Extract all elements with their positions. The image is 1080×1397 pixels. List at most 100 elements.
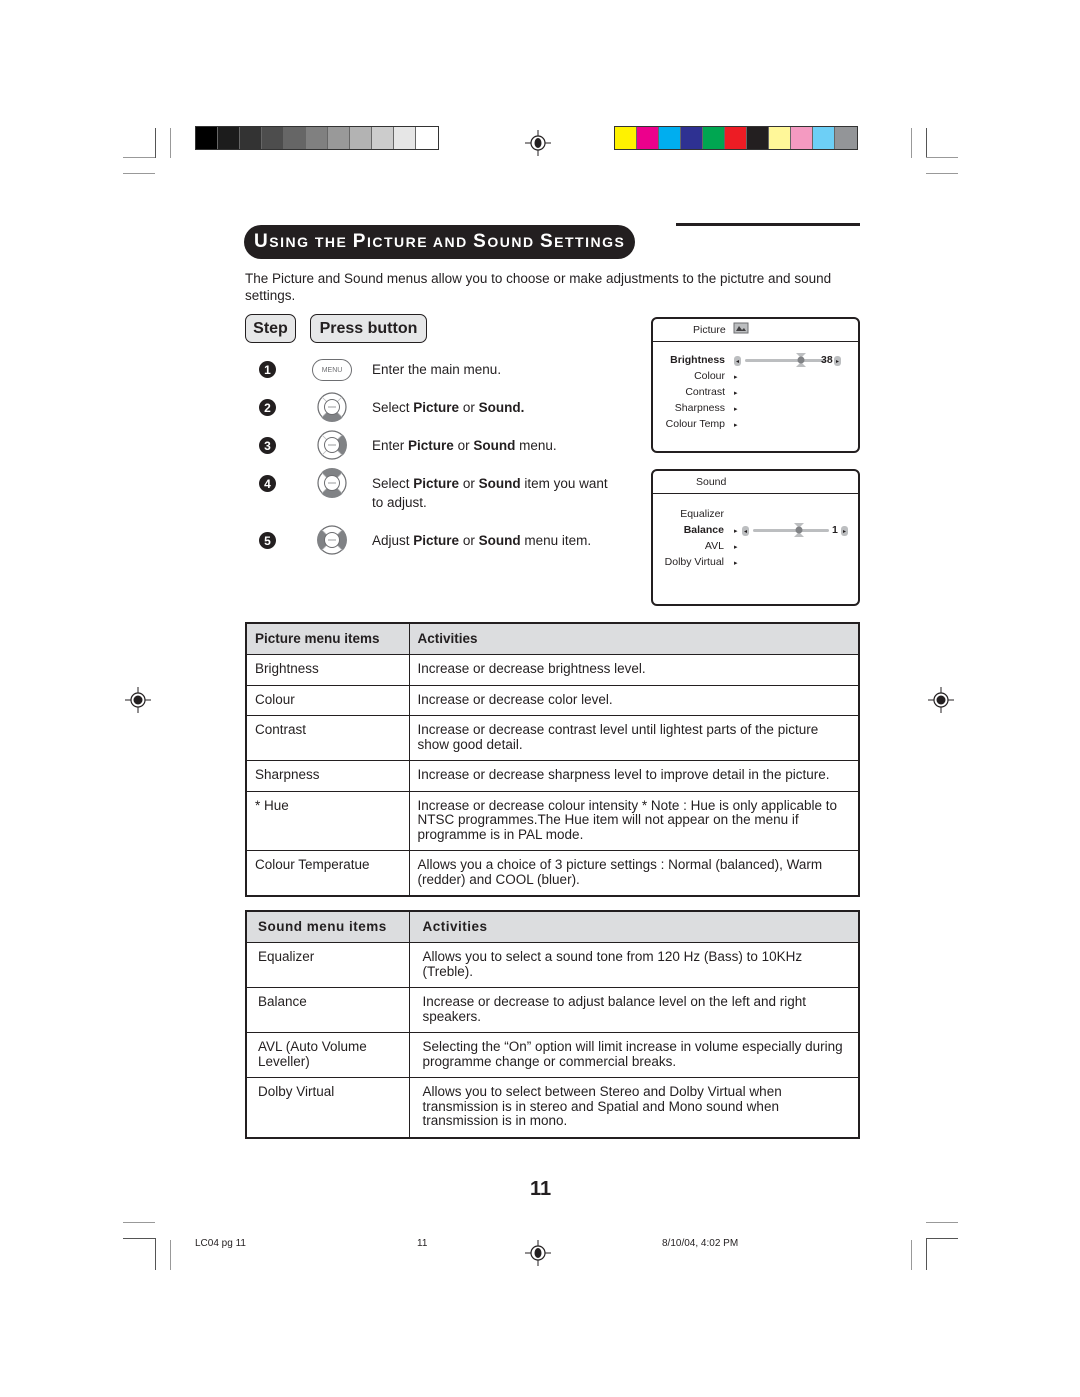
footer-page: 11 xyxy=(417,1238,428,1249)
registration-target-icon xyxy=(125,687,151,713)
instruction-text: Enter xyxy=(372,438,409,453)
color-swatch xyxy=(747,127,769,149)
brightness-slider-track[interactable] xyxy=(745,359,825,362)
step-number: 4 xyxy=(259,475,276,492)
heading-initial: U xyxy=(254,231,270,252)
table-header-row: Sound menu items Activities xyxy=(245,910,860,943)
osd-menu-item[interactable]: AVL xyxy=(705,540,724,552)
column-header: Activities xyxy=(408,910,860,943)
table-row: Contrast Increase or decrease contrast le… xyxy=(245,715,860,761)
instruction-text: or xyxy=(453,438,474,453)
heading-text: OUND xyxy=(487,234,540,250)
submenu-arrow-icon: ▸ xyxy=(734,390,738,397)
menu-name: Picture xyxy=(413,476,460,491)
balance-slider-track[interactable] xyxy=(753,529,829,532)
menu-name: Picture xyxy=(413,533,460,548)
table-row: Sharpness Increase or decrease sharpness … xyxy=(245,760,860,792)
heading-text: ICTURE AND xyxy=(366,234,474,250)
crop-mark xyxy=(926,1238,958,1239)
activity-cell: Increase or decrease contrast level unti… xyxy=(408,715,860,761)
color-swatch xyxy=(416,127,438,149)
step-number: 3 xyxy=(259,437,276,454)
slider-knob[interactable] xyxy=(793,522,805,538)
osd-menu-item[interactable]: Sharpness xyxy=(675,402,725,414)
submenu-arrow-icon: ▸ xyxy=(734,374,738,381)
column-header: Picture menu items xyxy=(245,622,410,655)
step-column-header: Step xyxy=(245,314,296,343)
crop-mark xyxy=(926,173,958,174)
section-heading: U SING THE P ICTURE AND S OUND S ETTINGS xyxy=(244,225,636,259)
sound-osd-panel: Sound Equalizer Balance ▸ AVL ▸ Dolby Virtual… xyxy=(651,469,860,606)
color-swatch xyxy=(769,127,791,149)
table-row: Dolby Virtual Allows you to select betwee… xyxy=(245,1077,860,1138)
menu-button-icon: MENU xyxy=(312,359,352,381)
brightness-value: 38 xyxy=(821,354,833,366)
instruction-text: Select xyxy=(372,476,414,491)
picture-osd-panel: Picture Brightness Colour ▸ Contrast ▸ Sharpn… xyxy=(651,317,860,453)
color-swatch xyxy=(262,127,284,149)
nav-right-button-icon xyxy=(317,430,347,460)
activity-cell: Increase or decrease to adjust balance l… xyxy=(408,987,860,1033)
color-swatch xyxy=(725,127,747,149)
table-row: Equalizer Allows you to select a sound to… xyxy=(245,942,860,988)
instruction-text: menu item. xyxy=(520,533,592,548)
menu-name: Sound. xyxy=(478,400,525,415)
footer-file-name: LC04 pg 11 xyxy=(195,1238,246,1249)
table-row: AVL (Auto Volume Leveller) Selecting the … xyxy=(245,1032,860,1078)
instruction-text: or xyxy=(459,400,479,415)
footer-timestamp: 8/10/04, 4:02 PM xyxy=(662,1238,739,1249)
osd-menu-item[interactable]: Balance xyxy=(684,524,724,536)
osd-title-bar: Picture xyxy=(653,319,858,342)
instruction-text: Enter the main menu. xyxy=(372,362,502,377)
slider-left-arrow-icon[interactable]: ◂ xyxy=(742,526,749,536)
menu-name: Sound xyxy=(473,438,516,453)
color-swatch xyxy=(659,127,681,149)
heading-text: ETTINGS xyxy=(554,234,626,250)
color-swatch xyxy=(791,127,813,149)
crop-mark xyxy=(123,1222,155,1223)
menu-name: Sound xyxy=(478,533,521,548)
heading-initial: S xyxy=(539,231,555,252)
instruction-text: menu. xyxy=(515,438,557,453)
osd-menu-item[interactable]: Colour Temp xyxy=(666,418,725,430)
crop-mark xyxy=(155,128,156,158)
table-row: Balance Increase or decrease to adjust ba… xyxy=(245,987,860,1033)
color-swatch xyxy=(350,127,372,149)
crop-mark xyxy=(926,128,927,158)
color-swatch xyxy=(218,127,240,149)
nav-down-button-icon xyxy=(317,392,347,422)
slider-left-arrow-icon[interactable]: ◂ xyxy=(734,356,741,366)
osd-menu-item[interactable]: Contrast xyxy=(685,386,725,398)
slider-right-arrow-icon[interactable]: ▸ xyxy=(841,526,848,536)
color-swatch xyxy=(328,127,350,149)
step-instruction: Select Picture or Sound item you want to… xyxy=(372,474,612,512)
step-instruction: Select Picture or Sound. xyxy=(372,398,632,417)
crop-mark xyxy=(123,173,155,174)
crop-mark xyxy=(911,1240,912,1270)
menu-name: Picture xyxy=(413,400,460,415)
menu-item-cell: * Hue xyxy=(245,790,410,851)
color-swatch xyxy=(240,127,262,149)
menu-item-cell: Equalizer xyxy=(245,942,410,988)
instruction-text: Select xyxy=(372,400,414,415)
menu-name: Picture xyxy=(408,438,454,453)
nav-up-down-button-icon xyxy=(317,468,347,498)
osd-menu-item[interactable]: Brightness xyxy=(670,354,725,366)
submenu-arrow-icon: ▸ xyxy=(734,422,738,429)
osd-menu-item[interactable]: Colour xyxy=(694,370,725,382)
crop-mark xyxy=(911,128,912,158)
press-button-column-header: Press button xyxy=(310,314,427,343)
activity-cell: Increase or decrease sharpness level to … xyxy=(408,760,860,792)
activity-cell: Increase or decrease color level. xyxy=(408,684,860,716)
crop-mark xyxy=(926,1238,927,1270)
osd-menu-item[interactable]: Dolby Virtual xyxy=(665,556,724,568)
slider-knob[interactable] xyxy=(795,352,807,368)
intro-paragraph: The Picture and Sound menus allow you to… xyxy=(245,271,832,303)
submenu-arrow-icon: ▸ xyxy=(734,544,738,551)
heading-initial: S xyxy=(473,231,488,252)
osd-menu-item[interactable]: Equalizer xyxy=(680,508,724,520)
color-swatch xyxy=(703,127,725,149)
menu-item-cell: Brightness xyxy=(245,654,410,686)
slider-right-arrow-icon[interactable]: ▸ xyxy=(834,356,841,366)
activity-cell: Allows you to select a sound tone from 1… xyxy=(408,942,860,988)
